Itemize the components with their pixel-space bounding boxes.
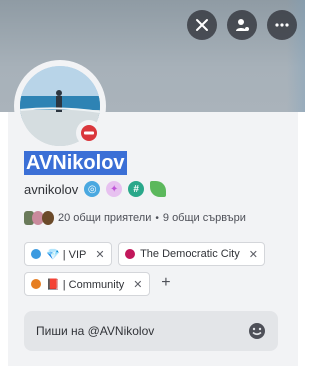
roles-list: 💎 | VIP ✕ The Democratic City ✕ 📕 | Comm… — [24, 242, 294, 302]
block-button[interactable] — [187, 10, 217, 40]
remove-role-icon[interactable]: ✕ — [95, 248, 104, 261]
role-label: The Democratic City — [140, 248, 240, 260]
mutual-friends-link[interactable]: 20 общи приятели — [58, 212, 151, 224]
role-pill[interactable]: 💎 | VIP ✕ — [24, 242, 112, 266]
hashtag-badge-icon[interactable]: # — [128, 181, 145, 197]
more-icon — [275, 23, 289, 27]
role-label: 📕 | Community — [46, 278, 125, 291]
user-settings-button[interactable] — [227, 10, 257, 40]
remove-role-icon[interactable]: ✕ — [249, 248, 258, 261]
user-settings-icon — [236, 19, 249, 31]
username: avnikolov — [24, 181, 79, 197]
dnd-status-indicator — [76, 120, 102, 146]
add-role-icon[interactable]: + — [156, 272, 176, 294]
role-pill[interactable]: The Democratic City ✕ — [118, 242, 265, 266]
crossed-swords-icon — [196, 19, 208, 31]
boost-badge-icon[interactable]: ✦ — [106, 181, 123, 197]
role-color-dot — [125, 249, 136, 259]
mutual-servers-link[interactable]: 9 общи сървъри — [163, 212, 246, 224]
profile-actions — [187, 10, 297, 40]
role-label: 💎 | VIP — [46, 248, 87, 261]
mutuals-row: 20 общи приятели • 9 общи сървъри — [24, 211, 246, 225]
role-color-dot — [31, 279, 41, 289]
do-not-disturb-icon — [81, 125, 97, 141]
role-color-dot — [31, 249, 41, 259]
username-row: avnikolov ◎ ✦ # — [24, 181, 167, 197]
message-placeholder: Пиши на @AVNikolov — [36, 324, 155, 338]
emoji-icon[interactable] — [248, 322, 266, 340]
nitro-badge-icon[interactable]: ◎ — [84, 181, 101, 197]
role-pill[interactable]: 📕 | Community ✕ — [24, 272, 150, 296]
leaf-badge-icon[interactable] — [150, 181, 167, 197]
separator-dot: • — [155, 212, 159, 224]
remove-role-icon[interactable]: ✕ — [133, 278, 142, 291]
display-name: AVNikolov — [24, 151, 127, 175]
mutual-friends-avatars[interactable] — [24, 211, 54, 225]
message-input[interactable]: Пиши на @AVNikolov — [24, 311, 278, 351]
more-button[interactable] — [267, 10, 297, 40]
mutual-avatar — [42, 211, 54, 225]
